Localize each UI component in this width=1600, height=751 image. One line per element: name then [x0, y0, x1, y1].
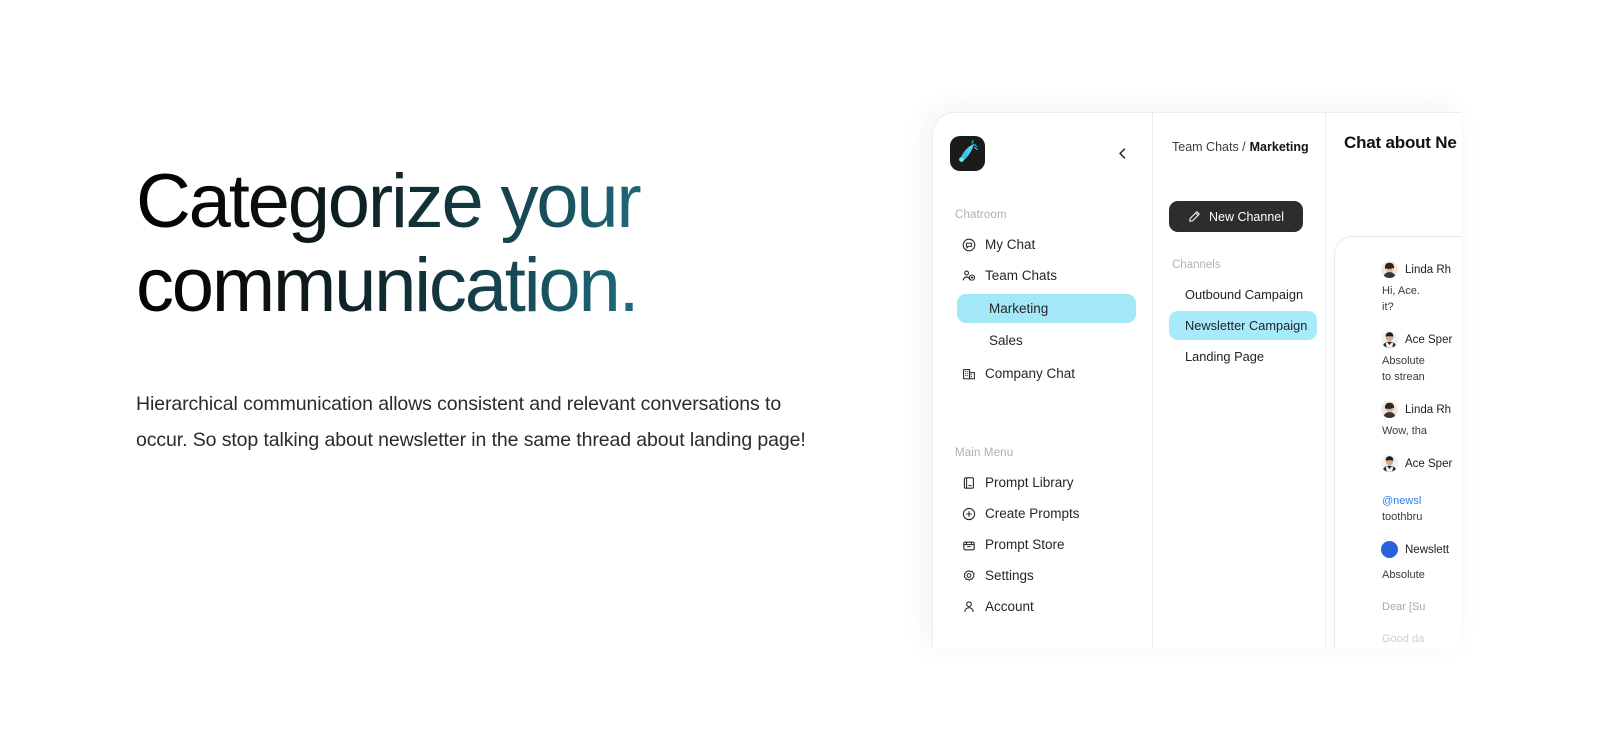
channel-item-newsletter-campaign[interactable]: Newsletter Campaign: [1169, 311, 1317, 340]
avatar: [1381, 455, 1398, 472]
sidebar-item-label: My Chat: [985, 237, 1036, 252]
new-channel-label: New Channel: [1208, 209, 1285, 224]
chat-message-text: Wow, thа: [1382, 425, 1428, 437]
sidebar-item-settings[interactable]: Settings: [957, 560, 1136, 591]
breadcrumb-parent[interactable]: Team Chats /: [1172, 140, 1246, 154]
page-title: Categorize your communication.: [136, 160, 896, 328]
nav-group-label-main-menu: Main Menu: [955, 447, 1014, 459]
sidebar-subitem-marketing[interactable]: Marketing: [957, 294, 1136, 323]
sidebar-collapse-button[interactable]: [1112, 143, 1132, 163]
chat-message-text: toothbru: [1382, 511, 1423, 523]
bot-avatar: [1381, 541, 1398, 558]
chat-message: Dear [Su: [1381, 599, 1462, 615]
pencil-icon: [1188, 210, 1201, 223]
chat-message: Good da can mal: [1381, 631, 1462, 649]
sidebar-item-label: Prompt Library: [985, 475, 1074, 490]
avatar: [1381, 331, 1398, 348]
book-icon: [961, 475, 976, 490]
sidebar-item-label: Account: [985, 599, 1034, 614]
chat-message-author: Ace Sper: [1405, 457, 1453, 470]
chat-message-author: Ace Sper: [1405, 333, 1453, 346]
chat-message-author: Linda Rh: [1405, 263, 1452, 276]
chat-message-text: Dear [Su: [1382, 601, 1426, 613]
chat-message-header: Linda Rh: [1381, 401, 1462, 418]
plus-circle-icon: [961, 506, 976, 521]
chat-message-text: Good da can mal: [1382, 633, 1425, 645]
sidebar-item-account[interactable]: Account: [957, 591, 1136, 622]
store-icon: [961, 537, 976, 552]
channel-item-outbound-campaign[interactable]: Outbound Campaign: [1169, 280, 1317, 309]
chat-message-header: Ace Sper: [1381, 455, 1462, 472]
breadcrumb-current: Marketing: [1249, 140, 1309, 154]
chat-message: Newslett Absolute: [1381, 541, 1462, 583]
channel-label: Newsletter Campaign: [1185, 318, 1308, 333]
channel-item-landing-page[interactable]: Landing Page: [1169, 342, 1317, 371]
sidebar-item-label: Prompt Store: [985, 537, 1065, 552]
breadcrumb: Team Chats / Marketing: [1153, 135, 1325, 159]
hero-section: Categorize your communication. Hierarchi…: [136, 160, 896, 458]
chat-message: Linda Rh Wow, thа: [1381, 401, 1462, 439]
chat-message: Ace Sper @newsl toothbru: [1381, 455, 1462, 525]
avatar: [1381, 401, 1398, 418]
chat-title: Chat about Ne: [1344, 133, 1457, 152]
sidebar-item-team-chats[interactable]: Team Chats: [957, 260, 1136, 291]
chat-bubble-icon: [961, 237, 976, 252]
avatar: [1381, 261, 1398, 278]
sidebar-subitem-sales[interactable]: Sales: [957, 326, 1136, 355]
sidebar-subitem-label: Marketing: [989, 301, 1049, 316]
mention-link[interactable]: @newsl: [1382, 495, 1421, 507]
person-icon: [961, 599, 976, 614]
gear-icon: [961, 568, 976, 583]
sidebar-item-label: Company Chat: [985, 366, 1076, 381]
comet-feather-logo-icon: [950, 135, 985, 171]
sidebar-item-prompt-store[interactable]: Prompt Store: [957, 529, 1136, 560]
sidebar-item-my-chat[interactable]: My Chat: [957, 229, 1136, 260]
chat-panel: Chat about Ne Linda Rh Hi, Ace. it? Ace …: [1326, 113, 1462, 649]
sidebar-header: [933, 131, 1152, 175]
app-window: Chatroom My Chat Team Chats Marketing Sa…: [932, 112, 1462, 649]
chat-message-author: Newslett: [1405, 543, 1450, 556]
sidebar-item-prompt-library[interactable]: Prompt Library: [957, 467, 1136, 498]
chat-message-header: Newslett: [1381, 541, 1462, 558]
chat-message-list[interactable]: Linda Rh Hi, Ace. it? Ace Sper Absolute …: [1334, 236, 1462, 649]
chat-message-header: Ace Sper: [1381, 331, 1462, 348]
users-group-icon: [961, 268, 976, 283]
chat-message-text: Absolute to strean: [1382, 355, 1425, 383]
hero-body-text: Hierarchical communication allows consis…: [136, 393, 806, 451]
channel-label: Landing Page: [1185, 349, 1264, 364]
sidebar-item-create-prompts[interactable]: Create Prompts: [957, 498, 1136, 529]
chat-message-author: Linda Rh: [1405, 403, 1452, 416]
sidebar-subitem-label: Sales: [989, 333, 1023, 348]
chat-message: Linda Rh Hi, Ace. it?: [1381, 261, 1462, 315]
chat-message: Ace Sper Absolute to strean: [1381, 331, 1462, 385]
sidebar-item-label: Team Chats: [985, 268, 1058, 283]
sidebar-item-label: Create Prompts: [985, 506, 1080, 521]
channel-label: Outbound Campaign: [1185, 287, 1304, 302]
chevron-left-icon: [1118, 147, 1125, 159]
new-channel-button[interactable]: New Channel: [1169, 201, 1303, 232]
sidebar-item-label: Settings: [985, 568, 1034, 583]
building-icon: [961, 366, 976, 381]
channels-section-label: Channels: [1172, 259, 1221, 271]
chat-message-text: Absolute: [1382, 569, 1425, 581]
nav-group-label-chatroom: Chatroom: [955, 209, 1007, 221]
page-root: Categorize your communication. Hierarchi…: [0, 0, 1600, 751]
channels-panel: Team Chats / Marketing New Channel Chann…: [1153, 113, 1326, 649]
sidebar-item-company-chat[interactable]: Company Chat: [957, 358, 1136, 389]
chat-message-header: Linda Rh: [1381, 261, 1462, 278]
chat-message-text: Hi, Ace. it?: [1382, 285, 1420, 313]
nav-sidebar: Chatroom My Chat Team Chats Marketing Sa…: [933, 113, 1153, 649]
chat-message-text-mention: @newsl: [1381, 477, 1462, 509]
